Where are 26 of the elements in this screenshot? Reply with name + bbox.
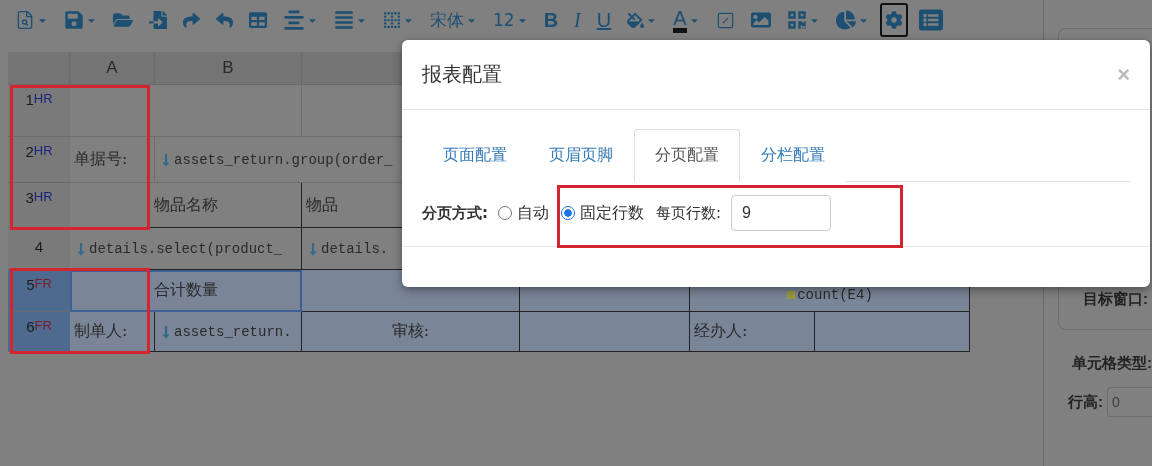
italic-text: I [574, 10, 581, 30]
cell-text: 审核: [391, 321, 430, 342]
color-text: A [673, 7, 687, 33]
cell-text: 经办人: [694, 321, 748, 342]
field-label: 每页行数: [656, 203, 722, 223]
field-binding: assets_return.group(order_ [159, 151, 393, 168]
field-binding: details.select(product_ [74, 240, 283, 257]
cell-text: 物品名称 [153, 194, 218, 216]
cell-text: 单据号: [74, 149, 128, 170]
field-label: 行高: [1068, 392, 1103, 412]
select-label: 宋体 [430, 8, 464, 32]
field-binding: details. [306, 240, 389, 257]
option-label: 自动 [517, 202, 549, 224]
field-label: 单元格类型: [1072, 354, 1152, 373]
field-binding: assets_return. [159, 323, 292, 340]
formula-text: count(E4) [786, 287, 873, 303]
field-label: 目标窗口: [1083, 290, 1148, 309]
cell-text: 合计数量 [153, 280, 218, 301]
underline-text: U [596, 10, 612, 30]
option-label: 固定行数 [580, 202, 644, 224]
select-label: 12 [493, 10, 515, 30]
bold-text: B [543, 10, 559, 30]
cell-text: 制单人: [74, 321, 128, 342]
cell-text: 物品 [306, 194, 338, 216]
dialog-title: 报表配置 [422, 61, 502, 88]
field-label: 分页方式: [422, 203, 488, 223]
